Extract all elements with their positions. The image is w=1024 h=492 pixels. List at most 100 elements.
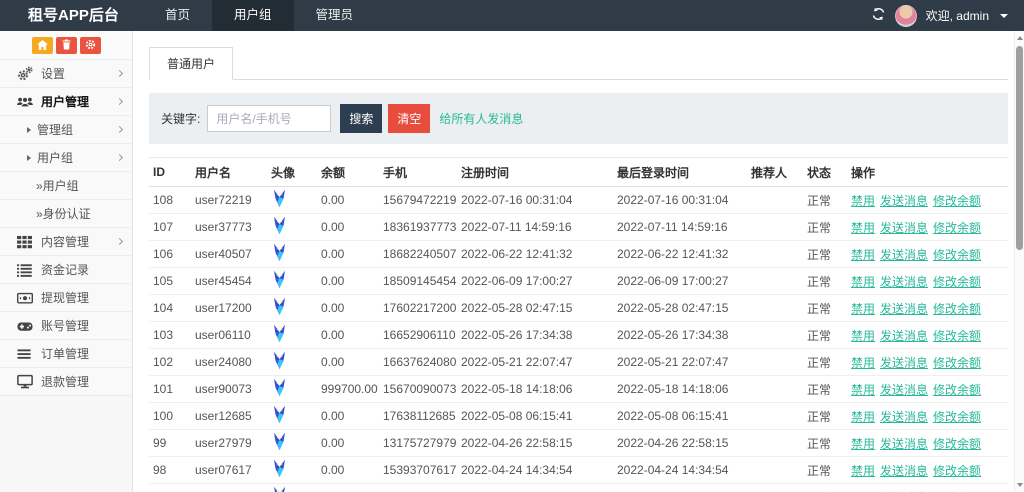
- refresh-button[interactable]: [871, 7, 886, 24]
- sidebar-item[interactable]: 账号管理: [0, 312, 132, 340]
- send-message-link[interactable]: 发送消息: [880, 302, 928, 316]
- table-row: 105user45454 0.00185091454542022-06-09 1…: [149, 268, 1008, 295]
- modify-balance-link[interactable]: 修改余额: [933, 248, 981, 262]
- status-cell: 正常: [803, 322, 847, 349]
- modify-balance-link[interactable]: 修改余额: [933, 221, 981, 235]
- column-header: 用户名: [191, 158, 267, 187]
- send-message-link[interactable]: 发送消息: [880, 221, 928, 235]
- sidebar-item[interactable]: 订单管理: [0, 340, 132, 368]
- modify-balance-link[interactable]: 修改余额: [933, 275, 981, 289]
- disable-user-link[interactable]: 禁用: [851, 410, 875, 424]
- registered-cell: 2022-04-26 22:58:15: [457, 430, 613, 457]
- username-cell: user07617: [191, 457, 267, 484]
- last_login-cell: [613, 484, 747, 492]
- nav-tab-user-group[interactable]: 用户组: [212, 0, 294, 31]
- vertical-scrollbar[interactable]: [1014, 31, 1024, 492]
- sidebar-item[interactable]: 提现管理: [0, 284, 132, 312]
- username-cell: user24080: [191, 349, 267, 376]
- sidebar-item[interactable]: »身份认证: [0, 200, 132, 228]
- modify-balance-link[interactable]: 修改余额: [933, 464, 981, 478]
- sidebar-item[interactable]: 资金记录: [0, 256, 132, 284]
- actions-cell: 禁用发送消息修改余额: [847, 214, 1008, 241]
- modify-balance-link[interactable]: 修改余额: [933, 383, 981, 397]
- sidebar-item[interactable]: 内容管理: [0, 228, 132, 256]
- send-message-link[interactable]: 发送消息: [880, 356, 928, 370]
- nav-tab-admin[interactable]: 管理员: [294, 0, 376, 31]
- app-logo-avatar-icon: [271, 243, 288, 265]
- table-row: 100user12685 0.00176381126852022-05-08 0…: [149, 403, 1008, 430]
- user-menu[interactable]: [895, 5, 917, 27]
- disable-user-link[interactable]: 禁用: [851, 194, 875, 208]
- phone-cell: 15679472219: [379, 187, 457, 214]
- sidebar-item[interactable]: 用户管理: [0, 88, 132, 116]
- bars-icon: [17, 347, 34, 361]
- disable-user-link[interactable]: 禁用: [851, 383, 875, 397]
- modify-balance-link[interactable]: 修改余额: [933, 356, 981, 370]
- username-cell: user45454: [191, 268, 267, 295]
- phone-cell: 13175727979: [379, 430, 457, 457]
- disable-user-link[interactable]: 禁用: [851, 248, 875, 262]
- send-message-link[interactable]: 发送消息: [880, 194, 928, 208]
- modify-balance-link[interactable]: 修改余额: [933, 437, 981, 451]
- sidebar-item[interactable]: 设置: [0, 60, 132, 88]
- actions-cell: 禁用发送消息修改余额: [847, 268, 1008, 295]
- broadcast-message-link[interactable]: 给所有人发消息: [439, 110, 523, 127]
- disable-user-link[interactable]: 禁用: [851, 221, 875, 235]
- actions-cell: 禁用发送消息修改余额: [847, 295, 1008, 322]
- send-message-link[interactable]: 发送消息: [880, 410, 928, 424]
- app-logo-avatar-icon: [271, 189, 288, 211]
- users-table: ID用户名头像余额手机注册时间最后登录时间推荐人状态操作 108user7221…: [149, 157, 1008, 492]
- send-message-link[interactable]: 发送消息: [880, 464, 928, 478]
- clear-button[interactable]: 清空: [388, 104, 430, 133]
- nav-tab-home[interactable]: 首页: [143, 0, 212, 31]
- phone-cell: 15670090073: [379, 376, 457, 403]
- id-cell: 101: [149, 376, 191, 403]
- home-button[interactable]: [32, 37, 53, 54]
- disable-user-link[interactable]: 禁用: [851, 275, 875, 289]
- gear-button[interactable]: [80, 37, 101, 54]
- welcome-text[interactable]: 欢迎, admin: [926, 7, 989, 24]
- search-button[interactable]: 搜索: [340, 104, 382, 133]
- sidebar-item[interactable]: »用户组: [0, 172, 132, 200]
- column-header: 注册时间: [457, 158, 613, 187]
- id-cell: 99: [149, 430, 191, 457]
- modify-balance-link[interactable]: 修改余额: [933, 302, 981, 316]
- app-logo-avatar-icon: [271, 324, 288, 346]
- sidebar: 设置 用户管理管理组用户组 »用户组 »身份认证 内容管理 资金记录 提现管理 账号…: [0, 31, 133, 492]
- disable-user-link[interactable]: 禁用: [851, 302, 875, 316]
- disable-user-link[interactable]: 禁用: [851, 437, 875, 451]
- modify-balance-link[interactable]: 修改余额: [933, 329, 981, 343]
- send-message-link[interactable]: 发送消息: [880, 437, 928, 451]
- id-cell: 102: [149, 349, 191, 376]
- send-message-link[interactable]: 发送消息: [880, 275, 928, 289]
- keyword-input[interactable]: [207, 105, 331, 132]
- last_login-cell: 2022-07-16 00:31:04: [613, 187, 747, 214]
- disable-user-link[interactable]: 禁用: [851, 356, 875, 370]
- actions-cell: 禁用发送消息修改余额: [847, 457, 1008, 484]
- status-cell: 正常: [803, 187, 847, 214]
- actions-cell: 禁用发送消息修改余额: [847, 187, 1008, 214]
- sidebar-item[interactable]: 用户组: [0, 144, 132, 172]
- modify-balance-link[interactable]: 修改余额: [933, 194, 981, 208]
- referrer-cell: [747, 349, 803, 376]
- sidebar-item[interactable]: 管理组: [0, 116, 132, 144]
- registered-cell: 2022-05-26 17:34:38: [457, 322, 613, 349]
- tab-normal-users[interactable]: 普通用户: [149, 47, 233, 80]
- disable-user-link[interactable]: 禁用: [851, 329, 875, 343]
- trash-button[interactable]: [56, 37, 77, 54]
- disable-user-link[interactable]: 禁用: [851, 464, 875, 478]
- sidebar-item-label: »用户组: [36, 177, 79, 194]
- sidebar-item[interactable]: 退款管理: [0, 368, 132, 396]
- scroll-down-icon[interactable]: [1017, 483, 1023, 487]
- triangle-right-icon: [27, 155, 31, 161]
- registered-cell: 2022-07-11 14:59:16: [457, 214, 613, 241]
- send-message-link[interactable]: 发送消息: [880, 329, 928, 343]
- scrollbar-thumb[interactable]: [1016, 46, 1023, 250]
- scroll-up-icon[interactable]: [1017, 36, 1023, 40]
- modify-balance-link[interactable]: 修改余额: [933, 410, 981, 424]
- table-row: 106user40507 0.00186822405072022-06-22 1…: [149, 241, 1008, 268]
- send-message-link[interactable]: 发送消息: [880, 383, 928, 397]
- keyword-label: 关键字:: [161, 110, 200, 127]
- sidebar-item-label: 管理组: [37, 121, 73, 138]
- send-message-link[interactable]: 发送消息: [880, 248, 928, 262]
